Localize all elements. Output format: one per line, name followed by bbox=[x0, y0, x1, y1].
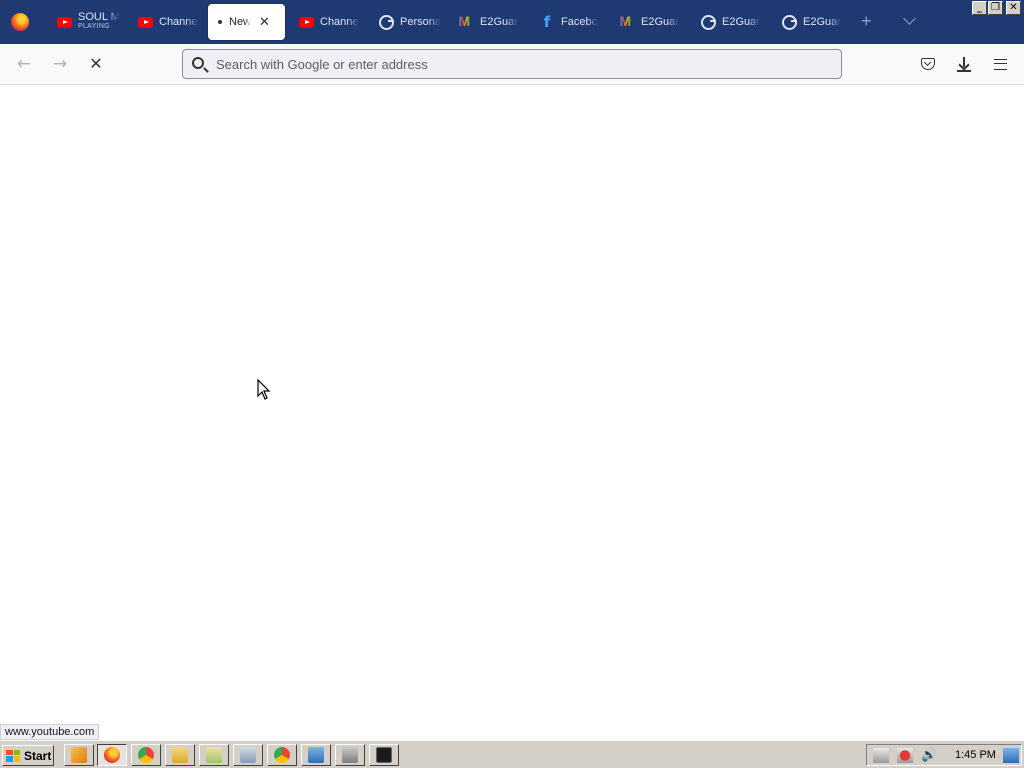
facebook-icon: f bbox=[543, 12, 551, 31]
taskbar-firefox[interactable] bbox=[97, 744, 127, 766]
stop-loading-button[interactable]: ✕ bbox=[84, 53, 108, 75]
tab-label: E2Guar bbox=[722, 16, 760, 28]
search-icon bbox=[192, 57, 204, 69]
tab-soul[interactable]: SOUL M PLAYING bbox=[46, 4, 126, 40]
network-icon bbox=[308, 747, 324, 763]
pocket-icon bbox=[921, 58, 935, 70]
tab-label: Channe bbox=[159, 16, 198, 28]
taskbar-calculator[interactable] bbox=[233, 744, 263, 766]
start-button[interactable]: Start bbox=[2, 745, 54, 766]
tab-playing-label: PLAYING bbox=[78, 23, 110, 30]
google-icon bbox=[700, 14, 716, 30]
tab-e2guardian-3[interactable]: E2Guar bbox=[690, 4, 770, 40]
hamburger-menu-icon bbox=[993, 58, 1007, 70]
back-button[interactable]: ← bbox=[12, 53, 36, 75]
firefox-logo-icon[interactable] bbox=[11, 13, 29, 31]
tab-new-selected[interactable]: New ✕ bbox=[208, 4, 285, 40]
taskbar-chrome-1[interactable] bbox=[131, 744, 161, 766]
tab-e2guardian-2[interactable]: E2Guar bbox=[609, 4, 689, 40]
forward-button[interactable]: → bbox=[48, 53, 72, 75]
chrome-icon bbox=[274, 747, 290, 763]
tab-label: E2Guar bbox=[641, 16, 679, 28]
pocket-button[interactable] bbox=[917, 53, 939, 75]
tab-label: Channe bbox=[320, 16, 359, 28]
gmail-icon bbox=[458, 13, 474, 30]
tab-strip: SOUL M PLAYING Channe New ✕ Channe Perso… bbox=[0, 0, 1024, 44]
youtube-icon bbox=[56, 14, 72, 30]
page-content[interactable] bbox=[0, 85, 1024, 740]
downloads-button[interactable] bbox=[953, 53, 975, 75]
menu-button[interactable] bbox=[989, 53, 1011, 75]
tab-label: SOUL M bbox=[78, 12, 120, 23]
youtube-icon bbox=[298, 14, 314, 30]
google-icon bbox=[378, 14, 394, 30]
taskbar-explorer[interactable] bbox=[199, 744, 229, 766]
chrome-icon bbox=[138, 747, 154, 763]
navigation-toolbar: ← → ✕ bbox=[0, 44, 1024, 85]
calculator-icon bbox=[240, 747, 256, 763]
taskbar-terminal[interactable] bbox=[369, 744, 399, 766]
media-player-icon bbox=[71, 747, 87, 763]
loading-dot-icon bbox=[218, 20, 222, 24]
tab-e2guardian-4[interactable]: E2Guar bbox=[771, 4, 851, 40]
system-tray: 🔊 1:45 PM bbox=[866, 744, 1022, 766]
gmail-icon bbox=[619, 13, 635, 30]
close-tab-icon[interactable]: ✕ bbox=[259, 14, 270, 30]
folder-icon bbox=[172, 747, 188, 763]
start-label: Start bbox=[24, 748, 52, 763]
tab-label: E2Guar bbox=[803, 16, 841, 28]
tab-label: New bbox=[229, 16, 252, 28]
tab-e2guardian-1[interactable]: E2Guar bbox=[448, 4, 528, 40]
minimize-button[interactable]: _ bbox=[972, 1, 987, 15]
taskbar-folder[interactable] bbox=[165, 744, 195, 766]
google-icon bbox=[781, 14, 797, 30]
url-input[interactable] bbox=[216, 50, 816, 78]
windows-logo-icon bbox=[6, 749, 20, 762]
taskbar-media-player[interactable] bbox=[64, 744, 94, 766]
volume-icon[interactable]: 🔊 bbox=[921, 748, 937, 763]
show-desktop-icon[interactable] bbox=[1003, 748, 1019, 763]
download-icon bbox=[957, 56, 971, 72]
new-tab-button[interactable]: + bbox=[861, 12, 872, 30]
network-status-icon[interactable] bbox=[873, 748, 889, 763]
restore-button[interactable]: ❐ bbox=[988, 1, 1003, 15]
address-bar[interactable] bbox=[182, 49, 842, 79]
taskbar-chrome-2[interactable] bbox=[267, 744, 297, 766]
firefox-icon bbox=[104, 747, 120, 763]
tab-label: Persona bbox=[400, 16, 441, 28]
status-link-preview: www.youtube.com bbox=[0, 724, 100, 740]
taskbar: Start 🔊 1:45 PM bbox=[0, 740, 1024, 768]
terminal-icon bbox=[376, 747, 392, 763]
list-all-tabs-chevron-icon[interactable] bbox=[902, 12, 918, 28]
settings-icon bbox=[342, 747, 358, 763]
file-manager-icon bbox=[206, 747, 222, 763]
tab-channel-1[interactable]: Channe bbox=[127, 4, 207, 40]
taskbar-settings[interactable] bbox=[335, 744, 365, 766]
clock[interactable]: 1:45 PM bbox=[955, 749, 996, 761]
tab-personal[interactable]: Persona bbox=[368, 4, 448, 40]
taskbar-network[interactable] bbox=[301, 744, 331, 766]
security-alert-icon[interactable] bbox=[897, 748, 913, 763]
tab-label: Facebo bbox=[561, 16, 598, 28]
youtube-icon bbox=[137, 14, 153, 30]
tab-label: E2Guar bbox=[480, 16, 518, 28]
tab-facebook[interactable]: f Facebo bbox=[529, 4, 609, 40]
close-window-button[interactable]: ✕ bbox=[1006, 1, 1021, 15]
tab-channel-2[interactable]: Channe bbox=[288, 4, 368, 40]
